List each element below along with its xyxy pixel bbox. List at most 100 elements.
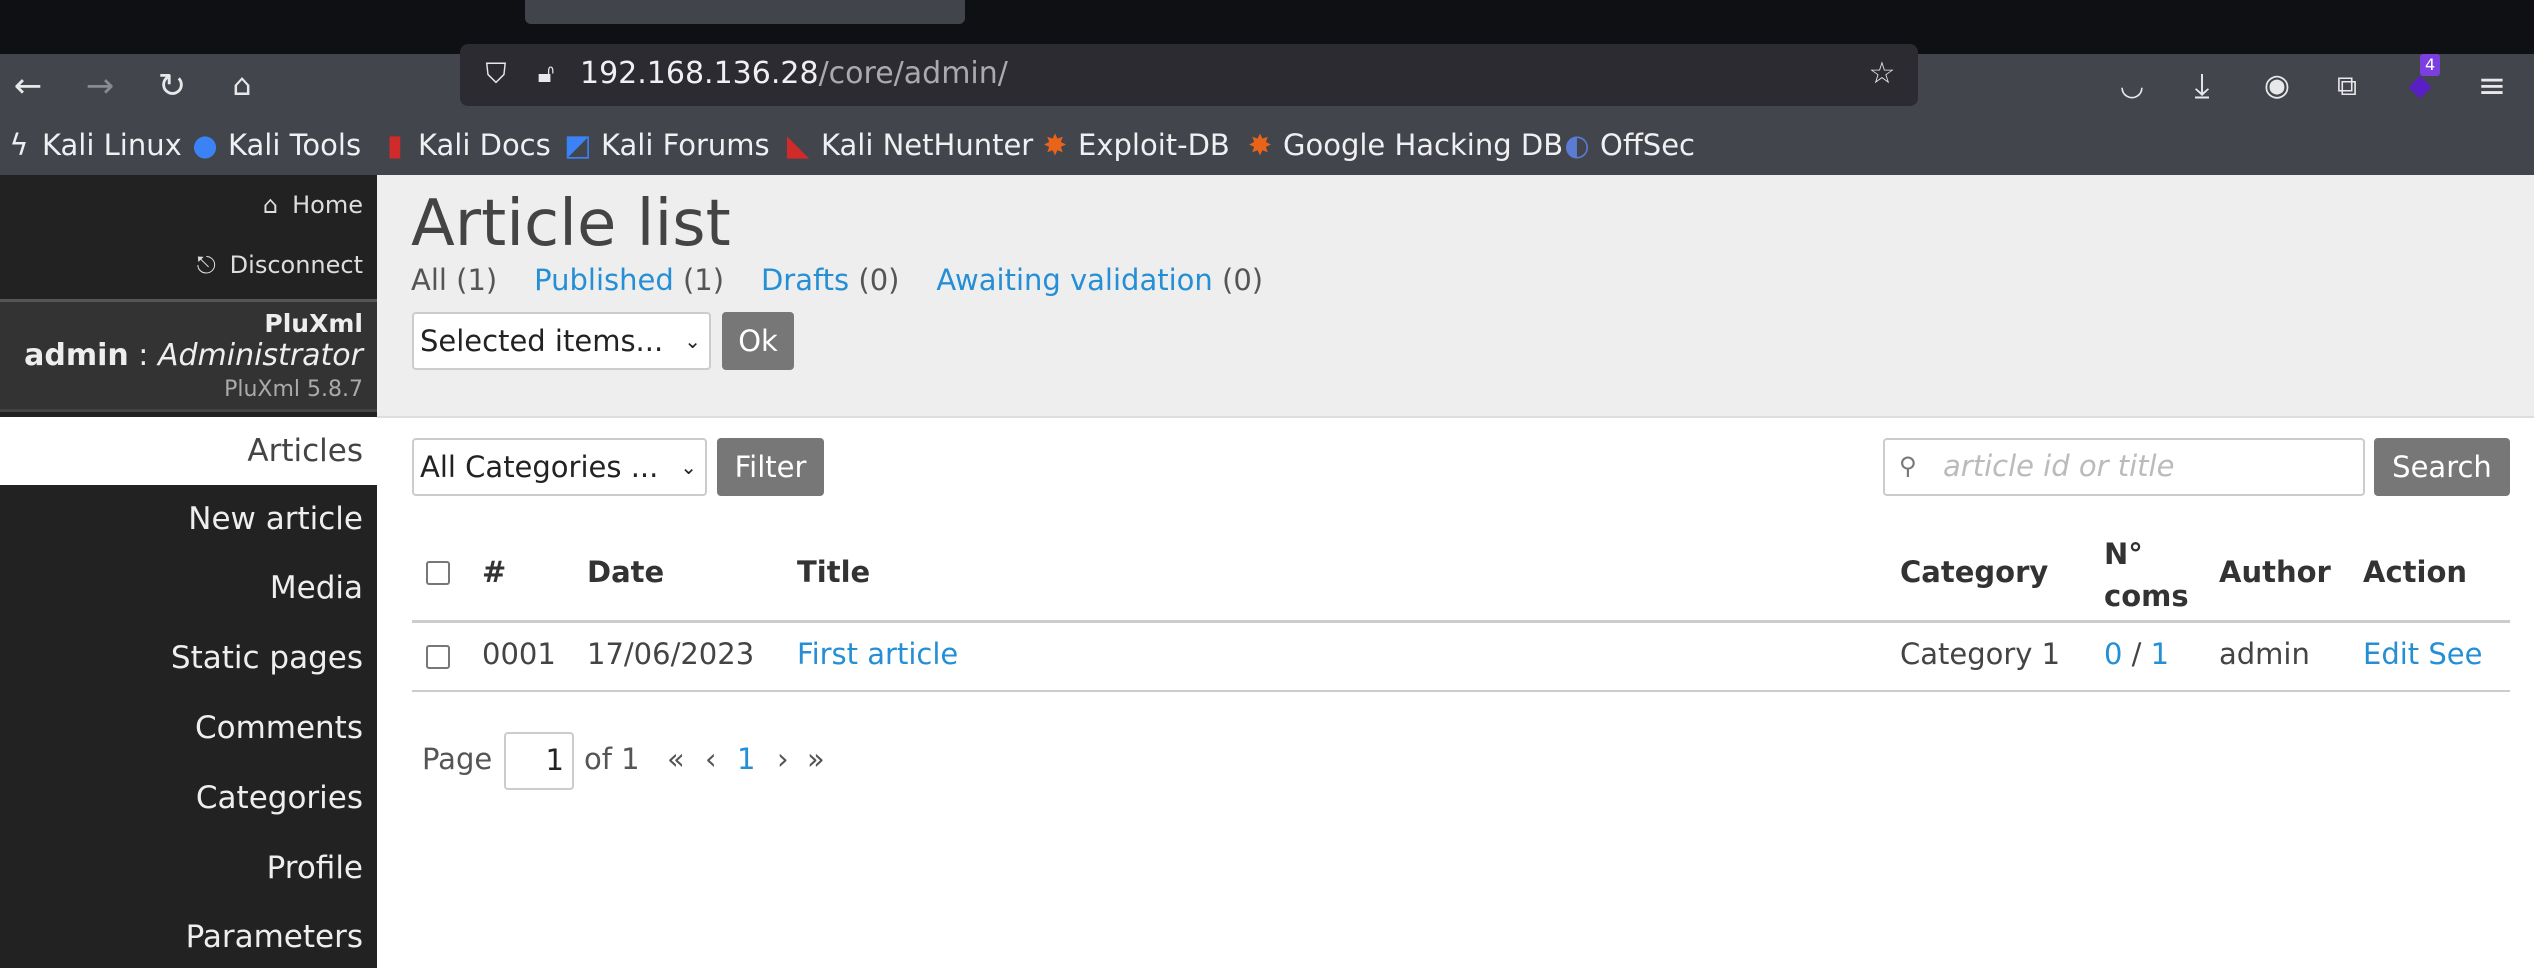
current-page-link[interactable]: 1 [737,742,755,776]
category-select[interactable]: All Categories ... ⌄ [412,438,707,496]
bookmark-kali-tools[interactable]: ● Kali Tools [190,128,361,162]
kali-docs-icon: ▮ [387,128,403,162]
col-action: Action [2363,555,2468,589]
reload-icon[interactable]: ↻ [150,64,194,108]
filter-label: Drafts [760,263,850,297]
bookmark-kali-linux[interactable]: ϟ Kali Linux [4,128,181,162]
search-input[interactable]: ⚲ article id or title [1883,438,2365,496]
row-category: Category 1 [1900,637,2061,671]
edit-link[interactable]: Edit [2363,637,2419,671]
filter-awaiting[interactable]: Awaiting validation (0) [936,263,1263,297]
next-page-link[interactable]: › [777,742,789,776]
row-divider [412,690,2510,692]
site-name: PluXml [264,309,363,338]
bookmark-label: Kali NetHunter [821,128,1034,162]
url-path: /core/admin/ [818,56,1008,91]
user-separator: : [128,338,158,373]
admin-sidebar: ⌂ Home ⎋ Disconnect PluXml admin : Adminis… [0,175,377,968]
comments-separator: / [2122,637,2151,671]
filter-all[interactable]: All (1) [411,263,497,297]
menu-icon[interactable]: ≡ [2470,64,2514,108]
url-text[interactable]: 192.168.136.28/core/admin/ [580,56,1008,91]
see-link[interactable]: See [2428,637,2482,671]
filter-label: Published [534,263,674,297]
col-id: # [482,555,507,589]
row-title-link[interactable]: First article [797,637,958,671]
disconnect-link[interactable]: ⎋ Disconnect [197,251,363,279]
user-info: PluXml admin : Administrator PluXml 5.8.… [0,299,377,412]
category-select-value: All Categories ... [420,450,659,484]
total-comments-link[interactable]: 1 [2151,637,2169,671]
bookmarks-bar: ϟ Kali Linux ● Kali Tools ▮ Kali Docs ◩ Kali… [0,118,2534,175]
menu-profile[interactable]: Profile [0,834,377,902]
active-tab[interactable] [525,0,965,24]
filter-count: (0) [858,263,900,297]
shield-icon[interactable]: ⛉ [474,52,518,96]
logout-icon: ⎋ [196,251,216,279]
bookmark-label: Kali Docs [418,128,551,162]
col-author: Author [2219,555,2331,589]
articles-table: # Date Title Category N° coms Author Acti… [412,525,2510,692]
bulk-select-value: Selected items... [420,324,664,358]
bulk-action-select[interactable]: Selected items... ⌄ [412,312,711,370]
bookmark-kali-docs[interactable]: ▮ Kali Docs [380,128,551,162]
page-header: Article list All (1) Published (1) Draft… [377,175,2534,418]
page-input[interactable]: 1 [504,732,574,790]
bookmark-offsec[interactable]: ◐ OffSec [1562,128,1695,162]
pocket-icon[interactable]: ◡ [2110,64,2154,108]
bookmark-exploit-db[interactable]: ✸ Exploit-DB [1040,128,1230,162]
user-role: Administrator [157,338,363,373]
extensions-icon[interactable]: ⧉ [2325,64,2369,108]
download-icon[interactable]: ⤓ [2180,64,2224,108]
bookmark-label: Kali Tools [228,128,362,162]
filter-published[interactable]: Published (1) [534,263,724,297]
chevron-down-icon: ⌄ [680,455,697,479]
account-icon[interactable]: ◉ [2255,64,2299,108]
last-page-link[interactable]: » [807,742,825,776]
bookmark-label: Google Hacking DB [1283,128,1564,162]
extension-stack-icon[interactable]: ◆ 4 [2398,54,2442,108]
back-icon[interactable]: ← [6,64,50,108]
menu-categories[interactable]: Categories [0,764,377,832]
row-checkbox[interactable] [426,645,450,669]
bookmark-ghdb[interactable]: ✸ Google Hacking DB [1245,128,1563,162]
new-comments-link[interactable]: 0 [2104,637,2122,671]
search-icon: ⚲ [1899,452,1917,480]
bookmark-star-icon[interactable]: ☆ [1860,52,1904,96]
col-date: Date [587,555,665,589]
menu-static-pages[interactable]: Static pages [0,624,377,692]
row-id: 0001 [482,637,556,671]
ok-button[interactable]: Ok [722,312,794,370]
forward-icon[interactable]: → [78,64,122,108]
first-page-link[interactable]: « [667,742,685,776]
menu-articles[interactable]: Articles [0,417,377,485]
filter-button[interactable]: Filter [717,438,824,496]
insecure-lock-icon[interactable]: 🔓︎ [524,52,568,96]
menu-new-article[interactable]: New article [0,485,377,553]
filter-label: Awaiting validation [936,263,1213,297]
house-icon: ⌂ [262,191,279,219]
nethunter-icon: ◣ [786,128,810,162]
filter-count: (1) [682,263,725,297]
menu-comments[interactable]: Comments [0,694,377,762]
version: PluXml 5.8.7 [224,377,363,402]
search-button[interactable]: Search [2374,438,2510,496]
menu-parameters[interactable]: Parameters [0,903,377,971]
menu-media[interactable]: Media [0,554,377,622]
page-total: of 1 [584,742,640,776]
filter-count: (1) [456,263,498,297]
table-row: 0001 17/06/2023 First article Category 1… [412,623,2510,690]
filter-drafts[interactable]: Drafts (0) [761,263,900,297]
url-bar[interactable]: ⛉ 🔓︎ 192.168.136.28/core/admin/ ☆ [460,44,1918,106]
bookmark-kali-forums[interactable]: ◩ Kali Forums [563,128,769,162]
kali-forums-icon: ◩ [564,128,592,162]
bookmark-kali-nethunter[interactable]: ◣ Kali NetHunter [783,128,1033,162]
search-placeholder: article id or title [1943,449,2175,483]
prev-page-link[interactable]: ‹ [705,742,717,776]
url-host: 192.168.136.28 [580,56,819,91]
home-icon[interactable]: ⌂ [220,64,264,108]
home-link[interactable]: ⌂ Home [263,191,363,219]
select-all-checkbox[interactable] [426,561,450,585]
filter-label: All [411,263,447,297]
row-author: admin [2219,637,2310,671]
